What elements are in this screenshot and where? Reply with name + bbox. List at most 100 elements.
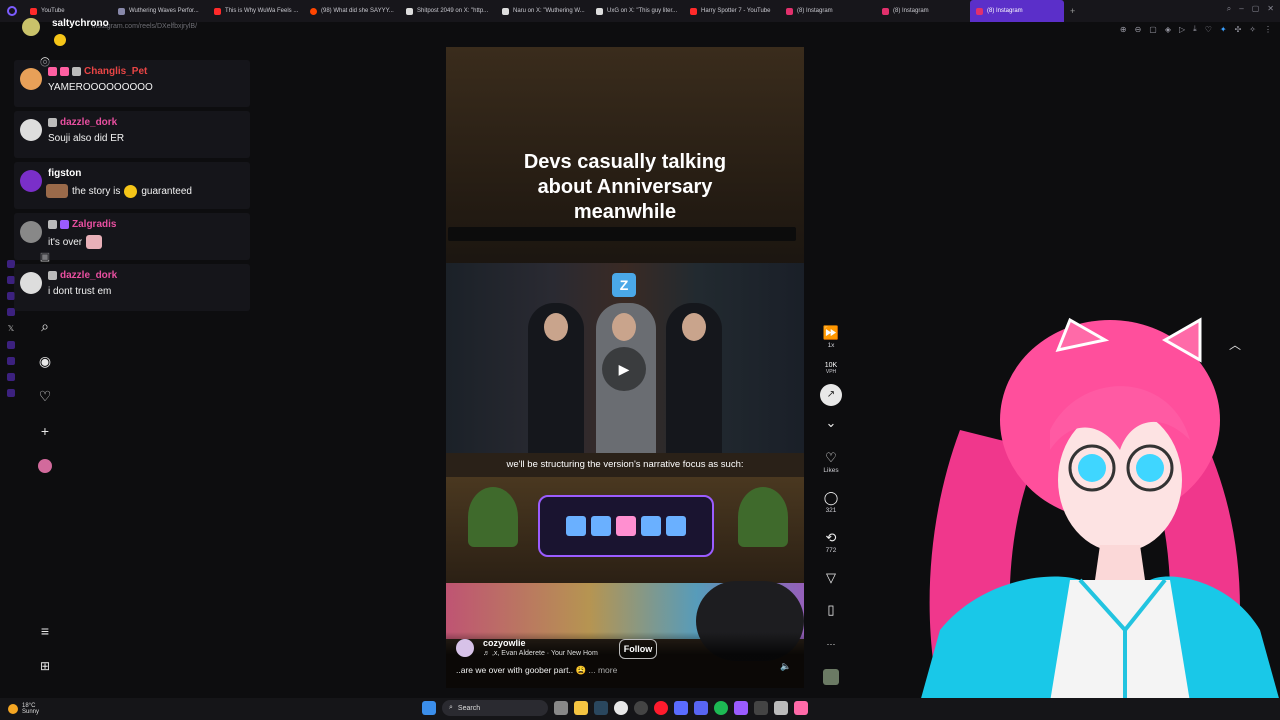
sidebar-icon[interactable] — [7, 341, 15, 349]
instagram-icon — [786, 7, 793, 15]
presenter-face — [544, 313, 568, 341]
follow-button[interactable]: Follow — [619, 639, 657, 659]
app-icon[interactable] — [774, 701, 788, 715]
menu-hamburger-icon[interactable]: ≡ — [36, 622, 54, 640]
tab-9[interactable]: (8) Instagram — [876, 0, 970, 22]
browser-icon[interactable] — [614, 701, 628, 715]
heart-icon[interactable]: ♡ — [1205, 25, 1212, 34]
gadget-screen — [566, 516, 586, 536]
more-options-button[interactable]: ··· — [812, 637, 850, 651]
discord-icon[interactable] — [694, 701, 708, 715]
emoji-icon — [124, 184, 138, 198]
search-icon[interactable]: ⌕ — [36, 317, 54, 335]
neck — [1095, 545, 1145, 580]
subscriber-badge-icon — [60, 219, 69, 229]
next-chevron-button[interactable]: ⌄ — [812, 416, 850, 430]
chat-text: Souji also did ER — [48, 133, 125, 144]
app-icon[interactable] — [734, 701, 748, 715]
zoom-out-icon[interactable]: ⊖ — [1135, 25, 1142, 34]
repost-button[interactable]: ⟲ 772 — [812, 531, 850, 555]
audio-thumbnail[interactable] — [812, 669, 850, 685]
play-button[interactable]: ▶ — [602, 347, 646, 391]
minimize-icon[interactable]: – — [1239, 4, 1243, 14]
chat-avatar — [20, 272, 42, 294]
threads-apps-icon[interactable]: ⊞ — [36, 657, 54, 675]
chat-username: dazzle_dork — [60, 116, 118, 128]
tab-8[interactable]: (8) Instagram — [780, 0, 876, 22]
save-button[interactable]: ▯ — [812, 603, 850, 617]
creator-avatar[interactable] — [456, 639, 474, 657]
taskbar-apps: ⌕ Search — [422, 700, 808, 716]
like-button[interactable]: ♡ Likes — [812, 451, 850, 475]
search-label: Search — [457, 704, 481, 712]
spotify-icon[interactable] — [714, 701, 728, 715]
comment-button[interactable]: ◯ 321 — [812, 490, 850, 515]
tab-4[interactable]: Shitpost 2049 on X: "http... — [400, 0, 496, 22]
sidebar-icon[interactable] — [7, 357, 15, 365]
steam-icon[interactable] — [594, 701, 608, 715]
app-icon[interactable] — [794, 701, 808, 715]
reddit-icon — [310, 7, 317, 15]
controller-badge-icon — [48, 219, 57, 229]
x-icon[interactable]: 𝕏 — [8, 324, 14, 333]
close-icon[interactable]: ✕ — [1267, 4, 1274, 14]
share-speed-button[interactable]: ↗ — [812, 384, 850, 406]
vph-value: 10K — [824, 362, 838, 369]
new-tab-button[interactable]: + — [1064, 6, 1081, 16]
fast-forward-icon: ⏩ — [822, 325, 840, 340]
music-info[interactable]: ♬ ,x, Evan Alderete · Your New Hom — [483, 650, 598, 657]
chat-text-part: guaranteed — [141, 185, 192, 197]
creator-username[interactable]: cozyowlie — [483, 638, 526, 648]
share-arrow-icon: ↗ — [820, 384, 842, 406]
comment-bubble-icon: ◯ — [823, 490, 839, 505]
caption-more-link[interactable]: ... more — [589, 665, 618, 675]
play-icon[interactable]: ▷ — [1179, 25, 1185, 34]
create-plus-icon[interactable]: + — [36, 422, 54, 440]
chat-header: Changlis_Pet — [48, 64, 244, 78]
file-explorer-icon[interactable] — [574, 701, 588, 715]
ai-icon[interactable]: ✧ — [1249, 25, 1256, 34]
chat-avatar — [20, 68, 42, 90]
taskbar-search[interactable]: ⌕ Search — [442, 700, 548, 716]
menu-icon[interactable]: ⋮ — [1264, 25, 1272, 34]
speaker-mute-icon[interactable]: 🔈 — [780, 661, 791, 672]
notifications-heart-icon[interactable]: ♡ — [36, 387, 54, 405]
search-icon[interactable]: ⌕ — [1227, 4, 1231, 14]
git-icon[interactable] — [674, 701, 688, 715]
reel-caption: ..are we over with goober part.. 😩 ... m… — [456, 665, 617, 676]
bookmark-icon[interactable]: ▢ — [1149, 25, 1157, 34]
tab-5[interactable]: Naru on X: "Wuthering W... — [496, 0, 590, 22]
app-icon[interactable] — [754, 701, 768, 715]
puzzle-icon[interactable]: ✣ — [1235, 25, 1242, 34]
explore-icon[interactable]: ◉ — [36, 352, 54, 370]
reel-video[interactable]: Devs casually talking about Anniversary … — [446, 47, 804, 688]
opera-icon[interactable] — [654, 701, 668, 715]
extensions-toolbar: ⊕ ⊖ ▢ ◈ ▷ ⤓ ♡ ✦ ✣ ✧ ⋮ — [1120, 22, 1272, 36]
emote-image — [86, 235, 103, 249]
zoom-icon[interactable]: ⊕ — [1120, 25, 1127, 34]
shield-icon[interactable]: ◈ — [1165, 25, 1171, 34]
tab-label: (8) Instagram — [987, 8, 1023, 14]
windows-start-icon[interactable] — [422, 701, 436, 715]
sun-icon — [8, 704, 18, 714]
heart-badge-icon — [60, 66, 69, 76]
speed-control[interactable]: ⏩ 1x — [812, 325, 850, 350]
extension-icon[interactable]: ✦ — [1220, 25, 1227, 34]
maximize-icon[interactable]: ▢ — [1252, 4, 1260, 14]
share-button[interactable]: ▽ — [812, 571, 850, 585]
tab-10[interactable]: (8) Instagram — [970, 0, 1064, 22]
tab-3[interactable]: (98) What did she SAYYY... — [304, 0, 400, 22]
download-icon[interactable]: ⤓ — [1193, 24, 1197, 34]
sidebar-icon[interactable] — [7, 389, 15, 397]
vph-label: VPH — [825, 369, 837, 375]
tab-7[interactable]: Harry Spotter 7 - YouTube — [684, 0, 780, 22]
tab-6[interactable]: UxG on X: "This guy liter... — [590, 0, 684, 22]
profile-avatar[interactable] — [36, 457, 54, 475]
bookmark-icon: ▯ — [827, 602, 835, 617]
repost-count: 772 — [825, 547, 837, 554]
obs-icon[interactable] — [634, 701, 648, 715]
video-subtitle: we'll be structuring the version's narra… — [506, 459, 744, 470]
sidebar-icon[interactable] — [7, 373, 15, 381]
weather-widget[interactable]: 18°C Sunny — [0, 703, 110, 715]
task-view-icon[interactable] — [554, 701, 568, 715]
